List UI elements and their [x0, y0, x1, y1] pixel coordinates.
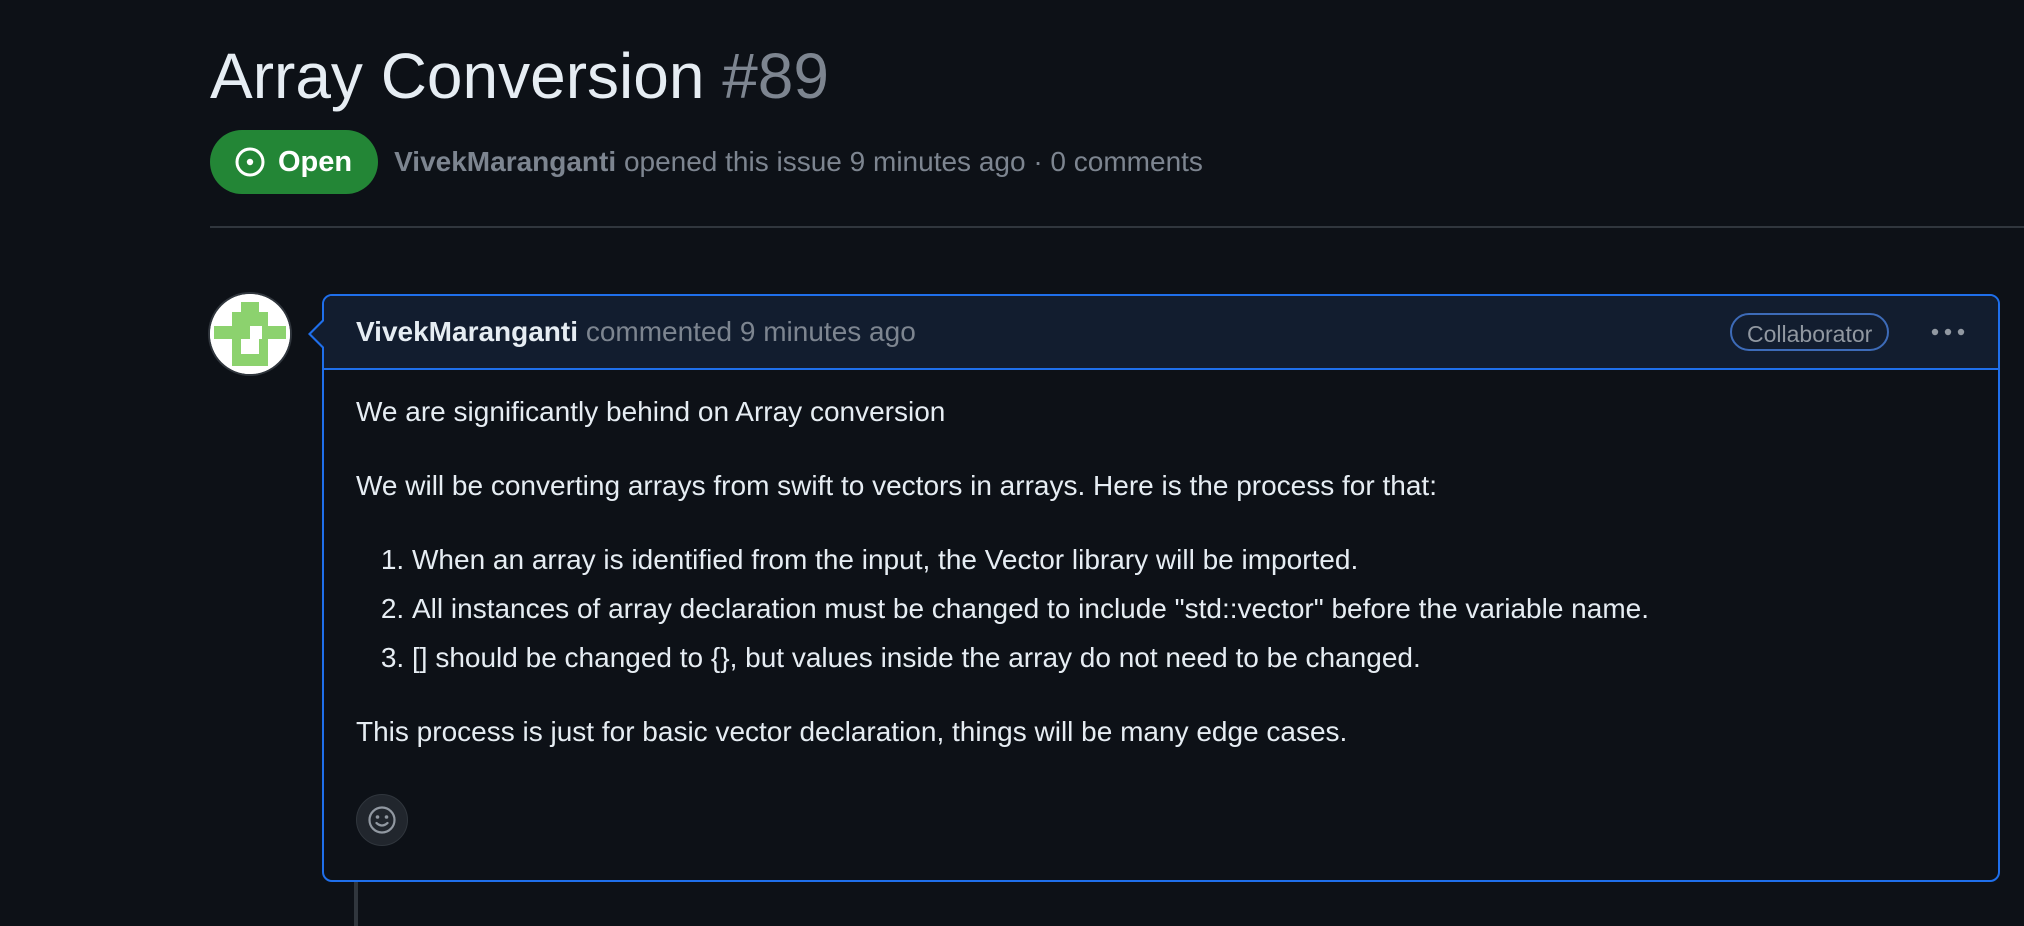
comment-options-button[interactable] — [1924, 316, 1972, 348]
issue-author-link[interactable]: VivekMaranganti — [394, 146, 616, 177]
issue-page: Array Conversion #89 Open VivekMarangant… — [0, 0, 2024, 926]
identicon-avatar — [210, 294, 290, 374]
comment-body: We are significantly behind on Array con… — [356, 394, 1956, 750]
issue-meta-text: VivekMaranganti opened this issue 9 minu… — [394, 146, 1203, 178]
state-badge: Open — [210, 130, 379, 194]
state-label: Open — [278, 145, 353, 178]
issue-number: #89 — [722, 40, 829, 112]
smiley-icon — [368, 806, 396, 834]
collaborator-badge: Collaborator — [1730, 313, 1890, 351]
avatar[interactable] — [210, 294, 290, 374]
comment-pointer-fill — [311, 320, 325, 348]
process-step: [] should be changed to {}, but values i… — [412, 640, 1956, 676]
process-step: All instances of array declaration must … — [412, 591, 1956, 627]
issue-opened-icon — [234, 146, 266, 178]
comment-header: VivekMaranganti commented 9 minutes ago … — [324, 296, 1998, 370]
timeline-line — [354, 882, 358, 926]
comment-header-text: VivekMaranganti commented 9 minutes ago — [356, 314, 916, 350]
header-divider — [210, 226, 2024, 228]
comment-timestamp[interactable]: commented 9 minutes ago — [586, 316, 916, 347]
issue-title: Array Conversion #89 — [210, 36, 829, 116]
add-reaction-button[interactable] — [356, 794, 408, 846]
comment-box: VivekMaranganti commented 9 minutes ago … — [322, 294, 2000, 882]
comment-closing: This process is just for basic vector de… — [356, 716, 1348, 747]
comment-intro: We are significantly behind on Array con… — [356, 396, 946, 427]
opened-text: opened this issue 9 minutes ago · 0 comm… — [623, 146, 1203, 177]
issue-title-text: Array Conversion — [210, 40, 705, 112]
process-steps: When an array is identified from the inp… — [356, 542, 1956, 676]
comment-process-intro: We will be converting arrays from swift … — [356, 470, 1437, 501]
kebab-horizontal-icon — [1931, 328, 1965, 336]
process-step: When an array is identified from the inp… — [412, 542, 1956, 578]
issue-meta: Open VivekMaranganti opened this issue 9… — [210, 130, 1203, 194]
comment-author-link[interactable]: VivekMaranganti — [356, 316, 578, 347]
